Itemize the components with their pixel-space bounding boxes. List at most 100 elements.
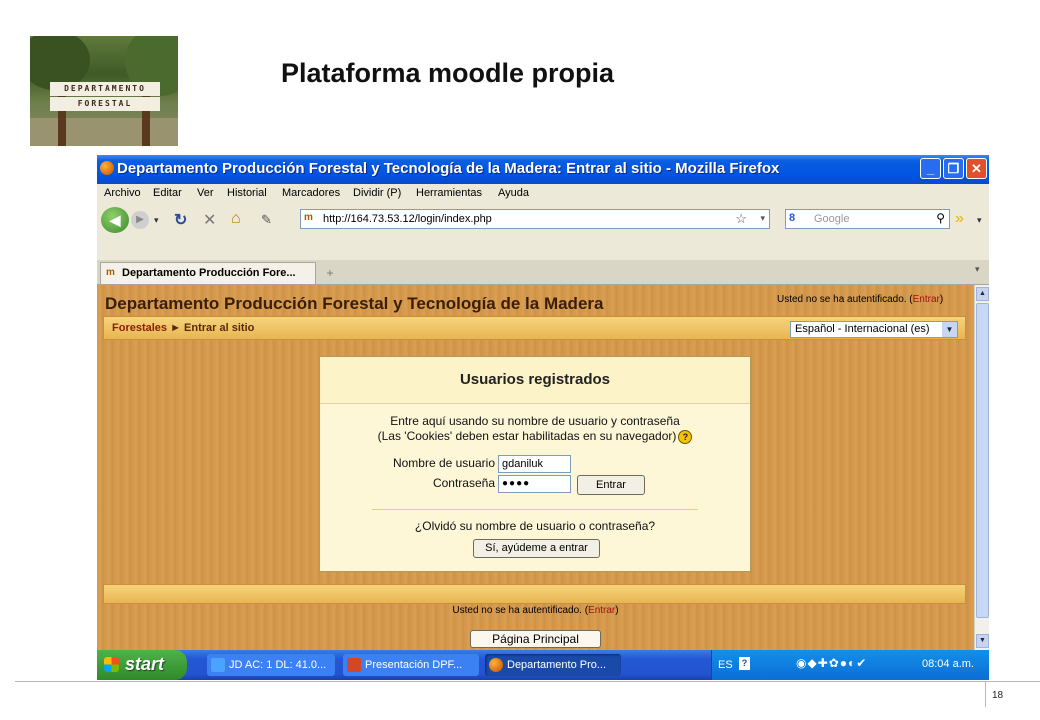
- logo-sign-bottom: FORESTAL: [50, 97, 160, 111]
- breadcrumb-home-link[interactable]: Forestales: [112, 322, 167, 334]
- username-input[interactable]: gdaniluk: [498, 455, 571, 473]
- clock: 08:04 a.m.: [922, 658, 974, 670]
- menu-ayuda[interactable]: Ayuda: [498, 187, 529, 199]
- taskbar-item-label: Presentación DPF...: [365, 659, 463, 671]
- search-placeholder[interactable]: Google: [814, 213, 849, 225]
- tab-departamento[interactable]: m Departamento Producción Fore...: [100, 262, 316, 284]
- taskbar-item-label: Departamento Pro...: [507, 659, 607, 671]
- login-status: Usted no se ha autentificado. (Entrar): [777, 294, 943, 305]
- login-box-heading: Usuarios registrados: [320, 357, 750, 404]
- slide-page-number: 18: [992, 690, 1004, 701]
- scrollbar-thumb[interactable]: [976, 303, 989, 618]
- username-label: Nombre de usuario: [392, 456, 495, 470]
- navigation-toolbar: ◀ ▶ ▾ ↻ ✕ ⌂ ✎ m http://164.73.53.12/logi…: [97, 205, 989, 235]
- login-intro-line2: (Las 'Cookies' deben estar habilitadas e…: [320, 429, 750, 444]
- download-app-icon: [211, 658, 225, 672]
- close-button[interactable]: ✕: [966, 158, 987, 179]
- restore-button[interactable]: ❐: [943, 158, 964, 179]
- taskbar-item-label: JD AC: 1 DL: 41.0...: [229, 659, 327, 671]
- home-icon[interactable]: ⌂: [231, 210, 241, 228]
- minimize-button[interactable]: _: [920, 158, 941, 179]
- scroll-down-icon[interactable]: ▼: [976, 634, 989, 648]
- url-bar[interactable]: m http://164.73.53.12/login/index.php ☆ …: [300, 209, 770, 229]
- footer-login-close: ): [615, 605, 619, 616]
- taskbar-item-download[interactable]: JD AC: 1 DL: 41.0...: [207, 654, 335, 676]
- login-link[interactable]: Entrar: [913, 294, 940, 305]
- site-favicon-icon: m: [304, 212, 313, 223]
- chevron-right-icon[interactable]: »: [955, 210, 964, 228]
- forgot-credentials-text: ¿Olvidó su nombre de usuario o contraseñ…: [414, 519, 656, 533]
- slide-title: Plataforma moodle propia: [281, 58, 615, 88]
- url-dropdown-icon[interactable]: ▾: [760, 213, 765, 224]
- site-title: Departamento Producción Forestal y Tecno…: [105, 294, 604, 313]
- menu-herramientas[interactable]: Herramientas: [416, 187, 482, 199]
- language-select-value[interactable]: Español - Internacional (es): [795, 323, 930, 335]
- chevron-down-icon[interactable]: ▼: [942, 322, 957, 337]
- login-intro-line2-text: (Las 'Cookies' deben estar habilitadas e…: [377, 429, 677, 443]
- login-box: Usuarios registrados Entre aquí usando s…: [319, 356, 751, 572]
- tools-icon[interactable]: ✎: [261, 212, 272, 228]
- breadcrumb-separator-icon: ►: [170, 322, 181, 334]
- page-number-separator: [985, 681, 986, 707]
- vertical-scrollbar[interactable]: ▲ ▼: [974, 285, 989, 650]
- language-select[interactable]: Español - Internacional (es) ▼: [790, 321, 958, 338]
- window-title: Departamento Producción Forestal y Tecno…: [117, 160, 780, 177]
- tab-label[interactable]: Departamento Producción Fore...: [122, 267, 296, 279]
- search-bar[interactable]: 8 Google ⚲: [785, 209, 950, 229]
- bookmark-star-icon[interactable]: ☆: [735, 211, 747, 227]
- menu-editar[interactable]: Editar: [153, 187, 182, 199]
- tab-strip: m Departamento Producción Fore... + ▾: [97, 260, 989, 285]
- windows-logo-icon: [104, 657, 119, 672]
- footer-strip: [103, 584, 966, 604]
- forward-button[interactable]: ▶: [131, 211, 149, 229]
- tray-icons[interactable]: ◉◆✚✿●◐✔: [796, 656, 867, 670]
- history-dropdown-icon[interactable]: ▾: [154, 215, 159, 226]
- search-engine-icon[interactable]: 8: [789, 212, 795, 224]
- slide-footer-rule: [15, 681, 1040, 682]
- help-me-login-button[interactable]: Sí, ayúdeme a entrar: [473, 539, 600, 558]
- breadcrumb-current: Entrar al sitio: [184, 322, 255, 334]
- new-tab-button[interactable]: +: [319, 264, 341, 282]
- tab-favicon-icon: m: [106, 267, 115, 278]
- password-label: Contraseña: [432, 476, 495, 490]
- password-input[interactable]: ●●●●: [498, 475, 571, 493]
- menu-marcadores[interactable]: Marcadores: [282, 187, 340, 199]
- system-tray: ES ? ◉◆✚✿●◐✔ 08:04 a.m.: [711, 650, 989, 680]
- tab-list-icon[interactable]: ▾: [975, 264, 980, 275]
- navigation-strip: Forestales ► Entrar al sitio Español - I…: [103, 316, 966, 340]
- menu-dividir[interactable]: Dividir (P): [353, 187, 401, 199]
- start-label[interactable]: start: [125, 650, 164, 679]
- stop-icon[interactable]: ✕: [203, 210, 216, 230]
- breadcrumb: Forestales ► Entrar al sitio: [112, 322, 254, 334]
- scroll-up-icon[interactable]: ▲: [976, 287, 989, 301]
- home-page-button[interactable]: Página Principal: [470, 630, 601, 648]
- firefox-icon: [100, 161, 114, 175]
- menu-bar: Archivo Editar Ver Historial Marcadores …: [97, 184, 989, 204]
- logo-sign-top: DEPARTAMENTO: [50, 82, 160, 96]
- menu-historial[interactable]: Historial: [227, 187, 267, 199]
- back-button[interactable]: ◀: [101, 207, 129, 233]
- firefox-window: Departamento Producción Forestal y Tecno…: [97, 155, 989, 680]
- start-button[interactable]: start: [97, 650, 187, 680]
- help-icon[interactable]: ?: [678, 429, 693, 444]
- search-icon[interactable]: ⚲: [936, 211, 945, 225]
- login-box-divider: [372, 509, 698, 510]
- url-text[interactable]: http://164.73.53.12/login/index.php: [323, 213, 492, 225]
- login-status-close: ): [939, 294, 944, 305]
- help-tray-icon[interactable]: ?: [739, 657, 750, 670]
- reload-icon[interactable]: ↻: [174, 210, 187, 230]
- window-titlebar: Departamento Producción Forestal y Tecno…: [97, 155, 989, 184]
- menu-archivo[interactable]: Archivo: [104, 187, 141, 199]
- language-indicator[interactable]: ES: [718, 659, 733, 671]
- login-intro-line1: Entre aquí usando su nombre de usuario y…: [390, 414, 680, 428]
- taskbar-item-firefox[interactable]: Departamento Pro...: [485, 654, 621, 676]
- login-submit-button[interactable]: Entrar: [577, 475, 645, 495]
- menu-ver[interactable]: Ver: [197, 187, 214, 199]
- department-logo-photo: DEPARTAMENTO FORESTAL: [30, 36, 178, 146]
- login-status-text: Usted no se ha autentificado. (: [777, 294, 913, 305]
- toolbar-overflow-icon[interactable]: ▾: [977, 215, 982, 226]
- footer-login-link[interactable]: Entrar: [588, 605, 615, 616]
- taskbar-item-presentation[interactable]: Presentación DPF...: [343, 654, 479, 676]
- firefox-taskbar-icon: [489, 658, 503, 672]
- footer-login-status: Usted no se ha autentificado. (Entrar): [97, 605, 974, 616]
